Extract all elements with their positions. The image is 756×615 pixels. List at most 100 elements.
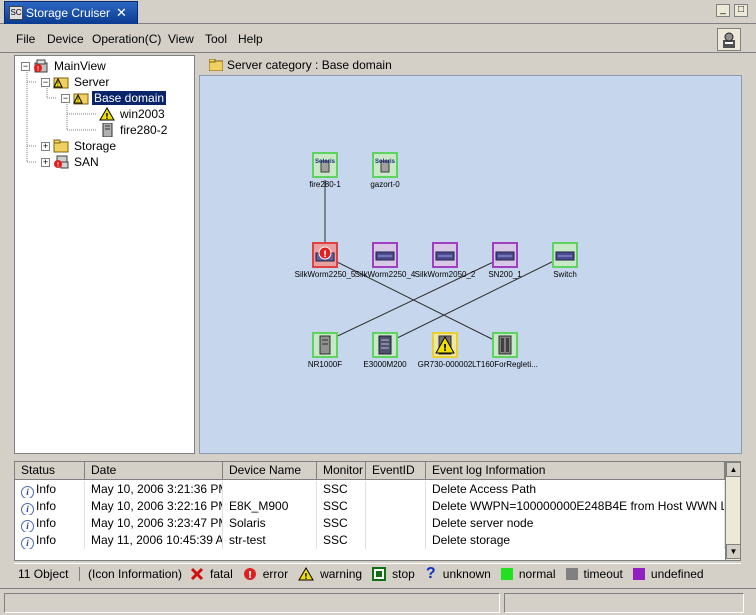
column-date[interactable]: Date <box>85 462 223 480</box>
maximize-button[interactable]: □ <box>734 4 748 17</box>
event-id-cell <box>366 498 426 515</box>
storage-icon <box>372 332 398 358</box>
column-event-info[interactable]: Event log Information <box>426 462 725 480</box>
svg-text:!: ! <box>37 65 40 73</box>
menu-device[interactable]: Device <box>47 32 84 46</box>
storage-icon <box>312 332 338 358</box>
scroll-up-icon[interactable]: ▲ <box>726 462 740 477</box>
tree-item-server[interactable]: − ! Server <box>41 74 111 90</box>
menu-view[interactable]: View <box>168 32 194 46</box>
node-lt160[interactable]: LT160ForRegleti... <box>470 332 540 369</box>
column-monitor[interactable]: Monitor <box>317 462 366 480</box>
menu-help-label: Help <box>238 32 263 46</box>
menu-view-label: View <box>168 32 194 46</box>
table-row[interactable]: i Info May 10, 2006 3:21:36 PM SSC Delete… <box>15 481 725 498</box>
solaris-server-icon: Solaris <box>312 152 338 178</box>
graph-header-title: Server category : Base domain <box>227 58 392 72</box>
mainview-icon: ! <box>33 59 49 73</box>
solaris-server-icon: Solaris <box>372 152 398 178</box>
tree-item-storage[interactable]: + Storage <box>41 138 118 154</box>
svg-text:!: ! <box>247 570 252 581</box>
event-log-table[interactable]: Status Date Device Name Monitor EventID … <box>14 461 741 561</box>
solaris-chip-label: Solaris <box>314 159 335 165</box>
table-row[interactable]: i Info May 10, 2006 3:22:16 PM E8K_M900 S… <box>15 498 725 515</box>
menu-operation-label: Operation(C) <box>92 32 162 46</box>
event-id-cell <box>366 532 426 549</box>
tree-label-san: SAN <box>74 155 99 169</box>
app-icon: SC <box>9 6 23 20</box>
log-scrollbar[interactable]: ▲ ▼ <box>725 462 740 560</box>
event-id-cell <box>366 481 426 498</box>
column-event-id[interactable]: EventID <box>366 462 426 480</box>
status-text: Info <box>36 499 57 513</box>
tree-item-base-domain[interactable]: − ! Base domain <box>61 90 167 106</box>
status-bar <box>0 588 756 615</box>
status-cell: i Info <box>15 498 85 515</box>
node-label: gazort-0 <box>370 180 400 189</box>
device-cell: str-test <box>223 532 317 549</box>
tree-item-san[interactable]: + ! SAN <box>41 154 101 170</box>
info-icon: i <box>21 520 34 532</box>
column-status[interactable]: Status <box>15 462 85 480</box>
menu-tool[interactable]: Tool <box>205 32 227 46</box>
menu-help[interactable]: Help <box>238 32 263 46</box>
collapse-icon[interactable]: − <box>21 61 30 71</box>
status-text: Info <box>36 482 57 496</box>
node-switch[interactable]: Switch <box>530 242 600 279</box>
monitor-cell: SSC <box>317 498 366 515</box>
event-log-header: Status Date Device Name Monitor EventID … <box>15 462 725 480</box>
legend-normal-label: normal <box>518 566 556 581</box>
expand-icon[interactable]: + <box>41 157 50 167</box>
title-bar: SC Storage Cruiser ✕ _ □ <box>0 0 756 24</box>
topology-view[interactable]: Solaris fire280-1 Solaris gazort-0 ! Sil… <box>199 75 742 454</box>
tree-label-fire280-2: fire280-2 <box>120 123 168 137</box>
tree-item-fire280-2[interactable]: fire280-2 <box>99 122 169 138</box>
table-row[interactable]: i Info May 10, 2006 3:23:47 PM Solaris SS… <box>15 515 725 532</box>
tree-label-win2003: win2003 <box>120 107 165 121</box>
tree-panel: − ! MainView − ! Server − ! Base domain … <box>14 55 195 454</box>
switch-icon <box>492 242 518 268</box>
device-cell: Solaris <box>223 515 317 532</box>
date-cell: May 10, 2006 3:21:36 PM <box>85 481 223 498</box>
status-text: Info <box>36 516 57 530</box>
folder-icon <box>209 59 223 71</box>
menu-tool-label: Tool <box>205 32 228 46</box>
table-row[interactable]: i Info May 11, 2006 10:45:39 A... str-tes… <box>15 532 725 549</box>
tree-item-win2003[interactable]: ! win2003 <box>99 106 167 122</box>
info-icon: i <box>21 537 34 549</box>
warning-icon: ! <box>298 566 314 581</box>
menu-operation[interactable]: Operation(C) <box>92 32 161 46</box>
info-cell: Delete WWPN=100000000E248B4E from Host W… <box>426 498 725 515</box>
menu-file[interactable]: File <box>16 32 35 46</box>
scroll-down-icon[interactable]: ▼ <box>726 544 740 559</box>
legend-timeout-label: timeout <box>583 566 623 581</box>
info-cell: Delete storage <box>426 532 725 549</box>
legend-normal: normal <box>500 566 556 581</box>
status-message-area <box>4 593 500 613</box>
info-icon: i <box>21 486 34 498</box>
icon-info-label: (Icon Information) <box>88 566 183 581</box>
legend-undefined: undefined <box>632 567 704 581</box>
svg-text:!: ! <box>443 343 448 354</box>
collapse-icon[interactable]: − <box>41 77 50 87</box>
tree-item-mainview[interactable]: − ! MainView <box>21 58 108 74</box>
legend-unknown: ? unknown <box>425 565 491 583</box>
svg-text:!: ! <box>304 572 308 581</box>
device-cell: E8K_M900 <box>223 498 317 515</box>
domain-warning-icon: ! <box>73 91 89 105</box>
column-device-name[interactable]: Device Name <box>223 462 317 480</box>
legend-error: ! error <box>243 567 288 581</box>
undefined-swatch-icon <box>632 567 645 580</box>
legend-warning: ! warning <box>298 567 362 581</box>
node-gazort-0[interactable]: Solaris gazort-0 <box>350 152 420 189</box>
minimize-button[interactable]: _ <box>716 4 730 17</box>
expand-icon[interactable]: + <box>41 141 50 151</box>
app-tab[interactable]: SC Storage Cruiser ✕ <box>4 1 138 24</box>
collapse-icon[interactable]: − <box>61 93 70 103</box>
info-cell: Delete Access Path <box>426 481 725 498</box>
switch-icon <box>432 242 458 268</box>
user-status-button[interactable] <box>717 28 741 51</box>
info-icon: i <box>21 503 34 515</box>
normal-swatch-icon <box>500 567 513 580</box>
close-icon[interactable]: ✕ <box>116 5 127 21</box>
